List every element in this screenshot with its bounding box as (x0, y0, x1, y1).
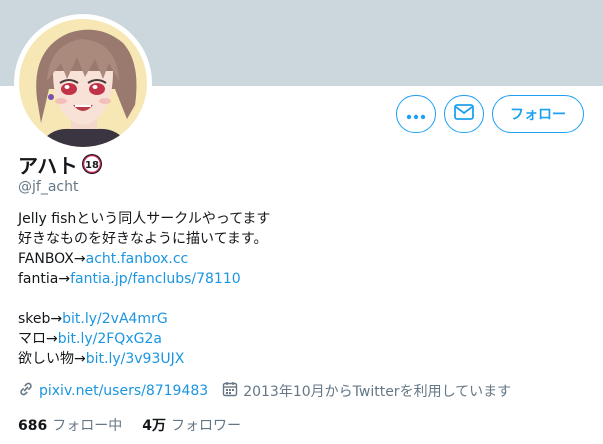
message-button[interactable] (444, 95, 484, 133)
website-link[interactable]: pixiv.net/users/8719483 (39, 383, 208, 399)
user-handle: @jf_acht (18, 179, 79, 195)
bio-skeb-line: skeb→bit.ly/2vA4mrG (18, 309, 270, 329)
bio-line: Jelly fishという同人サークルやってます (18, 211, 271, 227)
followers-count: 4万 (142, 418, 166, 434)
bio-maro-prefix: マロ→ (18, 331, 58, 347)
bio-wishlist-line: 欲しい物→bit.ly/3v93UJX (18, 349, 270, 369)
bio-wishlist-prefix: 欲しい物→ (18, 351, 86, 367)
calendar-icon (222, 381, 243, 401)
following-count: 686 (18, 418, 48, 434)
more-horizontal-icon (406, 105, 426, 124)
link-icon (18, 381, 39, 401)
bio-maro-line: マロ→bit.ly/2FQxG2a (18, 329, 270, 349)
following-stat[interactable]: 686 フォロー中 (18, 415, 122, 435)
more-button[interactable] (396, 95, 436, 133)
envelope-icon (454, 104, 474, 124)
display-name: アハト (18, 153, 78, 178)
r18-badge-icon: 18 (81, 153, 103, 175)
r18-badge-text: 18 (85, 160, 99, 171)
name-row: アハト 18 (18, 150, 103, 178)
join-date-text: 2013年10月からTwitterを利用しています (243, 384, 512, 400)
maro-link[interactable]: bit.ly/2FQxG2a (58, 331, 162, 347)
wishlist-link[interactable]: bit.ly/3v93UJX (86, 351, 185, 367)
bio-fanbox-line: FANBOX→acht.fanbox.cc (18, 249, 270, 269)
skeb-link[interactable]: bit.ly/2vA4mrG (62, 311, 168, 327)
profile-bio: Jelly fishという同人サークルやってます 好きなものを好きなように描いて… (18, 209, 270, 369)
following-label: フォロー中 (52, 418, 123, 434)
profile-meta: pixiv.net/users/8719483 2013年10月からTwitte… (18, 381, 511, 401)
bio-skeb-prefix: skeb→ (18, 311, 63, 327)
follow-stats: 686 フォロー中 4万 フォロワー (18, 415, 241, 435)
followers-label: フォロワー (170, 418, 241, 434)
avatar[interactable] (19, 19, 147, 147)
website-item: pixiv.net/users/8719483 (18, 381, 208, 401)
fantia-link[interactable]: fantia.jp/fanclubs/78110 (70, 271, 241, 287)
bio-fanbox-prefix: FANBOX→ (18, 251, 86, 267)
bio-line: 好きなものを好きなように描いてます。 (18, 231, 268, 247)
join-date-item: 2013年10月からTwitterを利用しています (222, 381, 511, 401)
followers-stat[interactable]: 4万 フォロワー (142, 415, 241, 435)
bio-fantia-prefix: fantia→ (18, 271, 71, 287)
fanbox-link[interactable]: acht.fanbox.cc (86, 251, 189, 267)
bio-spacer (18, 289, 270, 309)
bio-fantia-line: fantia→fantia.jp/fanclubs/78110 (18, 269, 270, 289)
follow-button[interactable]: フォロー (492, 95, 584, 133)
